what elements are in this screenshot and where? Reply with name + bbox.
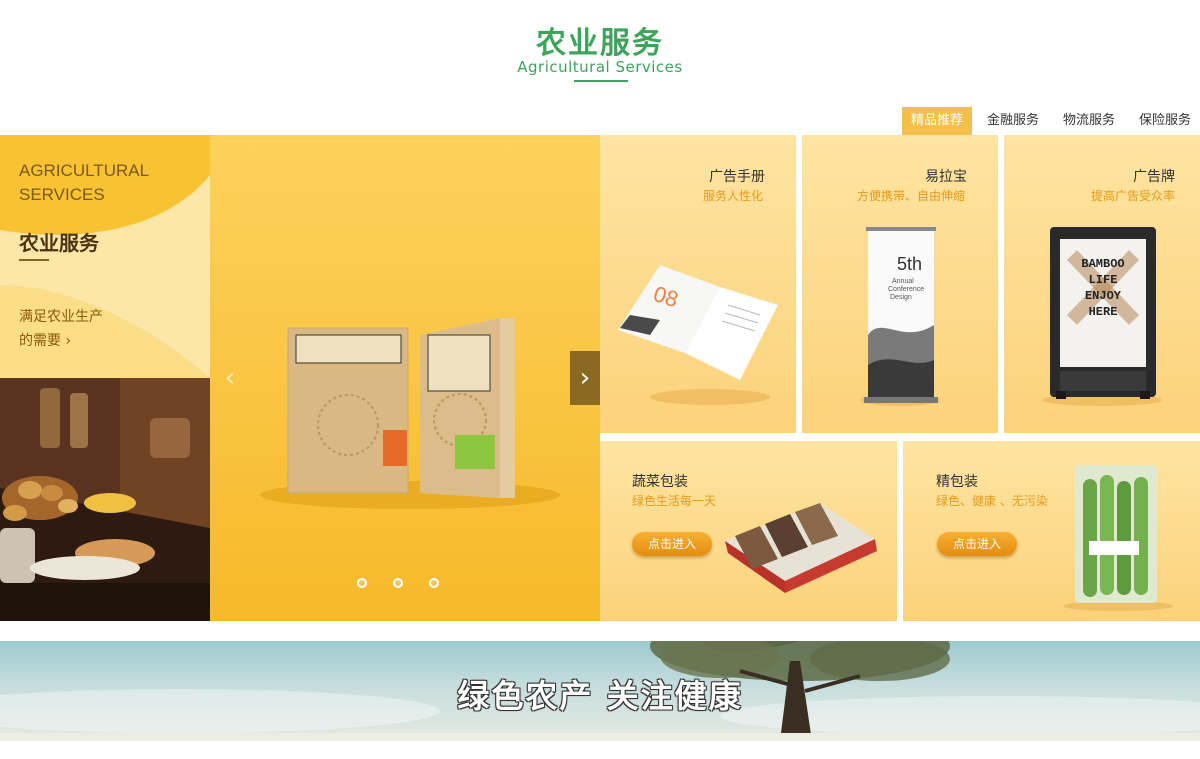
rollup-banner-caption-3: Design: [890, 294, 912, 301]
intro-divider: [19, 259, 49, 261]
billboard-word-2: LIFE: [1089, 273, 1118, 287]
brochure-illustration: 08: [618, 265, 778, 405]
bottom-banner: 绿色农产 关注健康: [0, 641, 1200, 741]
card-fine-packaging[interactable]: 精包装 绿色、健康 、无污染 点击进入: [903, 441, 1200, 621]
carousel-dot-3[interactable]: [429, 578, 439, 588]
intro-need-line2: 的需要 ›: [19, 333, 72, 349]
vegetable-bag-illustration: [1063, 465, 1173, 611]
intro-chinese-title: 农业服务: [19, 231, 99, 255]
carousel-dot-2[interactable]: [393, 578, 403, 588]
intro-need-line1: 满足农业生产: [19, 309, 103, 325]
tab-finance[interactable]: 金融服务: [978, 107, 1048, 135]
carousel-dots: [357, 578, 465, 588]
bakery-photo-illustration: [0, 378, 210, 621]
section-subtitle: Agricultural Services: [517, 58, 683, 76]
billboard-word-1: BAMBOO: [1081, 257, 1124, 271]
rollup-banner-caption-1: Annual: [892, 278, 914, 285]
billboard-word-3: ENJOY: [1085, 289, 1122, 303]
rollup-banner-illustration: 5th Annual Conference Design: [860, 227, 940, 406]
intro-more-link[interactable]: 满足农业生产 的需要 ›: [19, 305, 103, 353]
card-vegetable-packaging[interactable]: 蔬菜包装 绿色生活每一天 点击进入: [600, 441, 897, 621]
intro-english-title: AGRICULTURAL SERVICES: [19, 159, 149, 207]
card-rollup-banner[interactable]: 易拉宝 方便携带、自由伸缩 5th Annual Conference Desi…: [802, 135, 998, 433]
rollup-banner-number: 5th: [897, 254, 922, 274]
category-tabs: 精品推荐 金融服务 物流服务 保险服务: [901, 107, 1200, 135]
section-title: 农业服务: [536, 26, 664, 61]
card-billboard[interactable]: 广告牌 提高广告受众率 BAMBOO LIFE ENJOY HERE: [1004, 135, 1200, 433]
product-carousel: ‹ ›: [210, 135, 600, 621]
billboard-word-4: HERE: [1089, 305, 1118, 319]
tab-featured[interactable]: 精品推荐: [901, 107, 972, 135]
left-intro-panel: AGRICULTURAL SERVICES 农业服务 满足农业生产 的需要 ›: [0, 135, 210, 621]
banner-slogan: 绿色农产 关注健康: [457, 677, 743, 715]
carousel-slide-boxes: [260, 318, 560, 509]
tab-logistics[interactable]: 物流服务: [1054, 107, 1124, 135]
tab-insurance[interactable]: 保险服务: [1130, 107, 1200, 135]
carousel-next-arrow[interactable]: ›: [570, 351, 600, 405]
intro-box: AGRICULTURAL SERVICES 农业服务 满足农业生产 的需要 ›: [0, 135, 210, 378]
carousel-dot-1[interactable]: [357, 578, 367, 588]
billboard-illustration: BAMBOO LIFE ENJOY HERE: [1042, 227, 1162, 406]
intro-english-line1: AGRICULTURAL: [19, 161, 150, 180]
page: 农业服务 Agricultural Services 精品推荐 金融服务 物流服…: [0, 0, 1200, 759]
card-brochure[interactable]: 广告手册 服务人性化 08: [600, 135, 796, 433]
bakery-photo: [0, 378, 210, 621]
gift-box-illustration: [725, 503, 877, 593]
carousel-prev-arrow[interactable]: ‹: [218, 363, 242, 393]
title-underline: [574, 80, 628, 82]
rollup-banner-caption-2: Conference: [888, 286, 924, 293]
intro-english-line2: SERVICES: [19, 185, 105, 204]
